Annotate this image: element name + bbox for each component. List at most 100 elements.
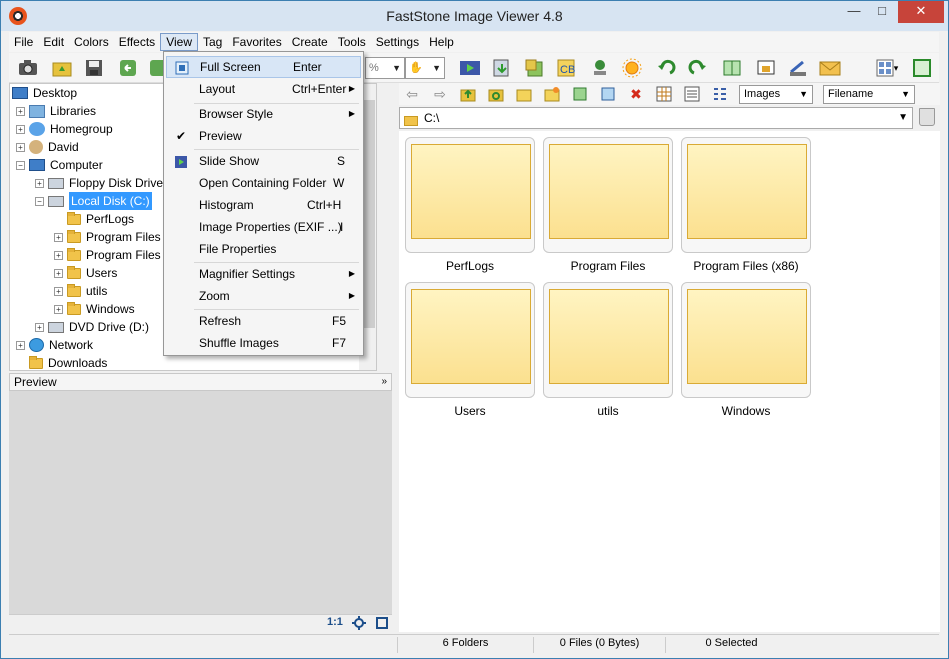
- expand-icon[interactable]: +: [54, 304, 63, 314]
- new-folder-icon[interactable]: [543, 85, 561, 103]
- move-file-icon[interactable]: [571, 85, 589, 103]
- collapse-icon[interactable]: −: [16, 160, 25, 170]
- menu-item-full-screen[interactable]: Full Screen Enter: [166, 56, 361, 78]
- layout-grid-icon[interactable]: ▾: [873, 57, 901, 79]
- nav-back-icon[interactable]: ⇦: [403, 85, 421, 103]
- expand-icon[interactable]: +: [54, 250, 63, 260]
- menu-create[interactable]: Create: [287, 33, 333, 51]
- menu-item-refresh[interactable]: Refresh F5: [166, 310, 361, 332]
- move-to-icon[interactable]: [491, 57, 513, 79]
- folder-thumbnail[interactable]: [405, 137, 535, 253]
- email-icon[interactable]: [819, 57, 841, 79]
- tree-node-program-files[interactable]: + Program Files: [54, 228, 161, 246]
- tree-node-windows[interactable]: + Windows: [54, 300, 135, 318]
- folder-thumbnail[interactable]: [543, 282, 673, 398]
- maximize-button[interactable]: □: [868, 1, 896, 23]
- batch-convert-icon[interactable]: CB: [555, 57, 577, 79]
- folder-thumbnail[interactable]: [405, 282, 535, 398]
- slideshow-film-icon[interactable]: [459, 57, 481, 79]
- expand-icon[interactable]: +: [16, 106, 25, 116]
- tree-node-utils[interactable]: + utils: [54, 282, 107, 300]
- stamp-icon[interactable]: [589, 57, 611, 79]
- menu-item-layout[interactable]: Layout Ctrl+Enter ▶: [166, 78, 361, 100]
- minimize-button[interactable]: —: [840, 1, 868, 23]
- menu-tag[interactable]: Tag: [198, 33, 227, 51]
- menu-colors[interactable]: Colors: [69, 33, 114, 51]
- expand-icon[interactable]: +: [54, 286, 63, 296]
- menu-favorites[interactable]: Favorites: [227, 33, 286, 51]
- menu-item-preview[interactable]: ✔ Preview: [166, 125, 361, 147]
- delete-icon[interactable]: ✖: [627, 85, 645, 103]
- fullscreen-toggle-icon[interactable]: [911, 57, 933, 79]
- menu-item-zoom[interactable]: Zoom ▶: [166, 285, 361, 307]
- tree-node-homegroup[interactable]: + Homegroup: [16, 120, 113, 138]
- tree-node-dvd-drive[interactable]: + DVD Drive (D:): [35, 318, 149, 336]
- save-icon[interactable]: [83, 57, 105, 79]
- flip-icon[interactable]: [721, 57, 743, 79]
- tree-node-program-files-x86[interactable]: + Program Files: [54, 246, 161, 264]
- tree-node-downloads[interactable]: Downloads: [16, 354, 107, 370]
- menu-item-magnifier-settings[interactable]: Magnifier Settings ▶: [166, 263, 361, 285]
- menu-item-histogram[interactable]: Histogram Ctrl+H: [166, 194, 361, 216]
- hand-tool-combo[interactable]: ✋ ▼: [405, 57, 445, 79]
- expand-icon[interactable]: +: [16, 124, 25, 134]
- scanner-icon[interactable]: [787, 57, 809, 79]
- menu-help[interactable]: Help: [424, 33, 459, 51]
- close-button[interactable]: ✕: [898, 1, 944, 23]
- nav-forward-icon[interactable]: ⇨: [431, 85, 449, 103]
- folder-thumbnail[interactable]: [681, 137, 811, 253]
- file-type-filter-select[interactable]: Images ▼: [739, 85, 813, 104]
- menu-item-browser-style[interactable]: Browser Style ▶: [166, 103, 361, 125]
- tree-node-computer[interactable]: − Computer: [16, 156, 103, 174]
- folder-thumbnail[interactable]: [681, 282, 811, 398]
- tree-node-users[interactable]: + Users: [54, 264, 117, 282]
- expand-icon[interactable]: +: [16, 142, 25, 152]
- camera-icon[interactable]: [17, 57, 39, 79]
- menu-item-image-properties[interactable]: Image Properties (EXIF ...) I: [166, 216, 361, 238]
- up-folder-icon[interactable]: [459, 85, 477, 103]
- menu-item-shuffle-images[interactable]: Shuffle Images F7: [166, 332, 361, 354]
- tree-node-network[interactable]: + Network: [16, 336, 93, 354]
- actual-size-button[interactable]: 1:1: [327, 616, 343, 628]
- expand-icon[interactable]: +: [35, 322, 44, 332]
- fit-icon[interactable]: [352, 616, 366, 633]
- tree-node-libraries[interactable]: + Libraries: [16, 102, 96, 120]
- menu-settings[interactable]: Settings: [371, 33, 424, 51]
- sort-order-select[interactable]: Filename ▼: [823, 85, 915, 104]
- expand-icon[interactable]: +: [35, 178, 44, 188]
- tree-node-floppy[interactable]: + Floppy Disk Drive: [35, 174, 163, 192]
- details-view-icon[interactable]: [683, 85, 701, 103]
- menu-item-open-containing-folder[interactable]: Open Containing Folder W: [166, 172, 361, 194]
- best-fit-icon[interactable]: [375, 616, 389, 633]
- expand-icon[interactable]: +: [16, 340, 25, 350]
- menu-item-file-properties[interactable]: File Properties: [166, 238, 361, 260]
- sun-effect-icon[interactable]: [621, 57, 643, 79]
- recycle-bin-icon[interactable]: [919, 108, 935, 126]
- copy-to-icon[interactable]: [523, 57, 545, 79]
- tree-node-desktop[interactable]: Desktop: [12, 84, 77, 102]
- address-bar[interactable]: C:\ ▼: [399, 107, 913, 129]
- collapse-icon[interactable]: −: [35, 196, 44, 206]
- expand-icon[interactable]: +: [54, 232, 63, 242]
- chevron-down-icon[interactable]: ▼: [898, 108, 908, 128]
- list-view-icon[interactable]: [711, 85, 729, 103]
- menu-effects[interactable]: Effects: [114, 33, 160, 51]
- menu-item-slide-show[interactable]: Slide Show S: [166, 150, 361, 172]
- copy-file-icon[interactable]: [599, 85, 617, 103]
- resize-icon[interactable]: [755, 57, 777, 79]
- open-folder-icon[interactable]: [51, 57, 73, 79]
- rotate-right-icon[interactable]: [687, 57, 709, 79]
- menu-file[interactable]: File: [9, 33, 38, 51]
- refresh-folder-icon[interactable]: [487, 85, 505, 103]
- expand-icon[interactable]: +: [54, 268, 63, 278]
- zoom-combo[interactable]: % ▼: [365, 57, 405, 79]
- folder-thumbnail[interactable]: [543, 137, 673, 253]
- menu-tools[interactable]: Tools: [333, 33, 371, 51]
- thumbnail-view-icon[interactable]: [655, 85, 673, 103]
- rotate-left-icon[interactable]: [655, 57, 677, 79]
- menu-edit[interactable]: Edit: [38, 33, 69, 51]
- tree-node-perflogs[interactable]: PerfLogs: [54, 210, 134, 228]
- favorite-folder-icon[interactable]: [515, 85, 533, 103]
- collapse-chevron-icon[interactable]: »: [381, 374, 387, 390]
- tree-node-david[interactable]: + David: [16, 138, 79, 156]
